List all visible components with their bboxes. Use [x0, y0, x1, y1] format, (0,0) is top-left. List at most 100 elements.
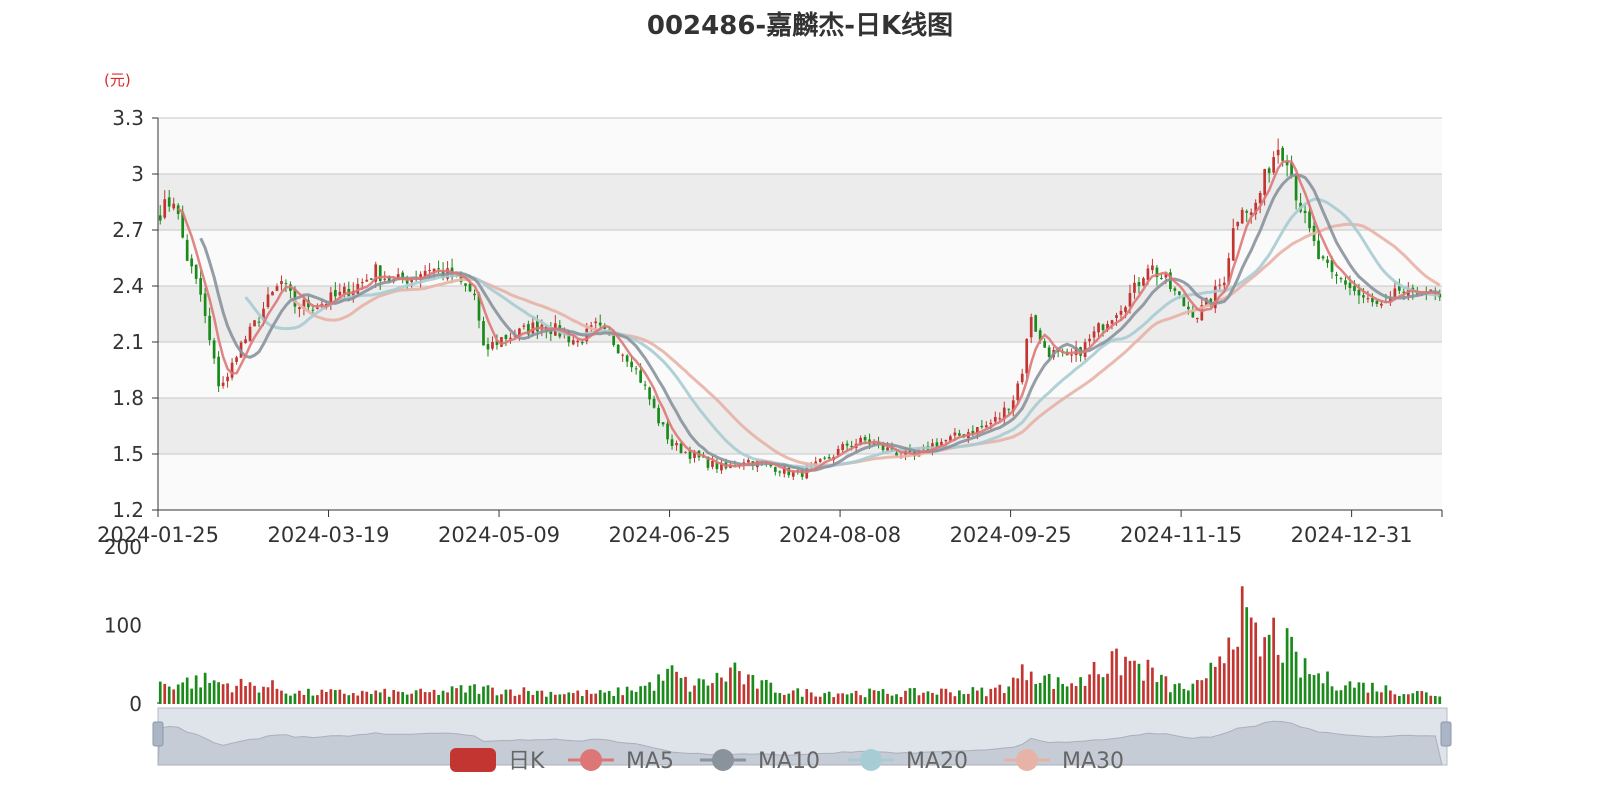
volume-bar	[904, 690, 907, 704]
legend-item[interactable]: MA20	[848, 749, 968, 774]
volume-bar	[1007, 686, 1011, 704]
legend-item[interactable]: MA30	[1004, 749, 1124, 774]
candle-body	[652, 398, 656, 408]
slider-handle[interactable]	[152, 721, 164, 747]
volume-bar	[1321, 683, 1325, 704]
volume-bar	[1142, 680, 1145, 704]
volume-bar	[423, 692, 427, 704]
volume-bar	[908, 688, 912, 704]
candle-body	[1393, 288, 1397, 297]
volume-bar	[284, 693, 288, 704]
volume-bar	[1061, 684, 1064, 704]
candle-body	[818, 459, 822, 462]
volume-bar	[1065, 686, 1069, 704]
legend-item[interactable]: MA10	[700, 749, 820, 774]
volume-bar	[625, 686, 629, 704]
volume-bar	[473, 684, 476, 704]
candle-body	[1321, 256, 1325, 259]
volume-bar	[383, 688, 387, 704]
candle-body	[1043, 341, 1047, 348]
volume-bar	[612, 696, 616, 704]
volume-bar	[522, 687, 526, 704]
volume-bar	[971, 687, 975, 704]
candle-body	[248, 326, 252, 341]
chart-canvas: 002486-嘉麟杰-日K线图 (元) 3.3 3 2.7 2.4 2.1 1.8 1.5 1…	[97, 11, 1452, 774]
volume-bar	[868, 688, 871, 704]
volume-bar	[742, 684, 746, 704]
volume-bar	[764, 679, 768, 704]
volume-bar	[405, 694, 409, 704]
candle-body	[1308, 211, 1311, 229]
volume-bar	[1281, 662, 1284, 704]
candle-body	[1272, 157, 1275, 173]
volume-bar	[1038, 682, 1042, 704]
candle-body	[365, 279, 369, 282]
legend-label: MA5	[626, 749, 674, 774]
volume-bar	[886, 693, 889, 704]
volume-bar	[1258, 656, 1262, 704]
volume-bar	[558, 694, 562, 704]
volume-bar	[289, 695, 292, 704]
candle-body	[208, 315, 211, 341]
volume-bar	[756, 688, 759, 704]
volume-bar	[1240, 586, 1244, 704]
volume-bar	[500, 694, 503, 704]
legend-swatch-dot	[580, 749, 602, 771]
volume-bar	[854, 690, 858, 704]
volume-bar	[1299, 677, 1302, 704]
volume-bar	[1254, 622, 1258, 704]
candle-body	[630, 361, 633, 368]
candle-body	[1115, 315, 1118, 318]
y-tick-label: 3.3	[112, 106, 144, 130]
candle-body	[253, 320, 256, 327]
candle-body	[621, 354, 625, 356]
candle-body	[845, 443, 849, 446]
volume-bar	[1209, 662, 1213, 704]
volume-bar	[320, 689, 324, 704]
legend-swatch-dot	[860, 749, 882, 771]
candle-body	[428, 270, 431, 272]
candle-body	[244, 339, 247, 344]
volume-bar	[836, 693, 840, 704]
volume-bar	[1074, 686, 1078, 704]
price-axis-ticks: 3.3 3 2.7 2.4 2.1 1.8 1.5 1.2	[112, 106, 158, 522]
volume-bar	[248, 682, 252, 704]
candle-body	[437, 268, 440, 270]
volume-bar	[1164, 676, 1168, 704]
volume-bar	[621, 695, 625, 704]
volume-bar	[702, 679, 705, 704]
volume-bar	[1222, 663, 1226, 704]
volume-bar	[1398, 695, 1401, 704]
volume-bar	[1097, 674, 1100, 704]
volume-bar	[280, 690, 283, 704]
candle-body	[580, 341, 584, 344]
volume-bar	[832, 697, 836, 704]
volume-bar	[1128, 660, 1132, 704]
volume-bar	[410, 693, 414, 704]
volume-bar	[1380, 692, 1383, 704]
volume-bar	[432, 689, 436, 704]
volume-bar	[1020, 664, 1024, 704]
legend-swatch	[450, 748, 496, 772]
y-tick-label: 2.4	[112, 274, 144, 298]
legend-swatch-dot	[712, 749, 734, 771]
volume-bar	[1092, 661, 1096, 704]
y-tick-label: 3	[131, 162, 144, 186]
volume-bar	[208, 682, 211, 704]
candle-body	[1128, 293, 1132, 307]
slider-handle[interactable]	[1440, 721, 1452, 747]
candle-body	[1375, 300, 1379, 304]
volume-bar	[594, 693, 598, 704]
candle-body	[333, 290, 337, 297]
volume-bar	[1339, 690, 1343, 704]
candle-body	[823, 457, 827, 459]
candle-body	[1339, 278, 1343, 280]
volume-bar	[293, 693, 297, 704]
volume-bar	[419, 688, 422, 704]
candle-body	[1092, 331, 1096, 338]
volume-bar	[1317, 673, 1320, 704]
volume-bar	[1290, 636, 1293, 704]
volume-bar	[464, 692, 467, 704]
candle-body	[1258, 193, 1262, 204]
volume-bar	[1029, 671, 1033, 704]
